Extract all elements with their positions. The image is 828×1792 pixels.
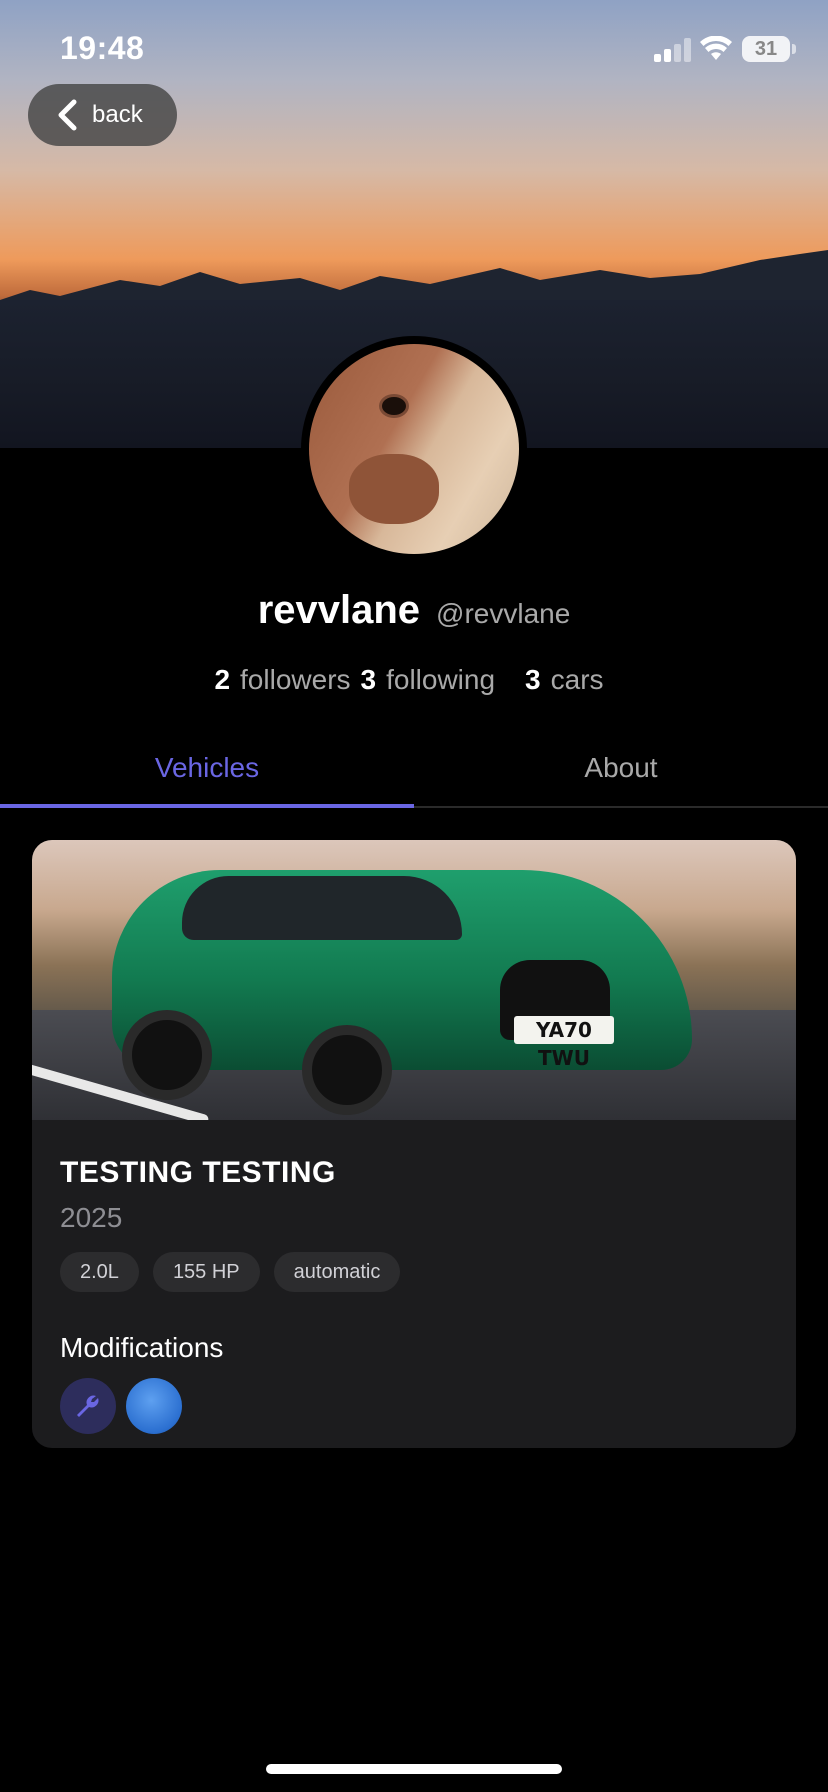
tab-about[interactable]: About (414, 730, 828, 806)
back-label: back (92, 101, 143, 128)
car-windows (182, 876, 462, 940)
username: revvlane (257, 588, 421, 632)
spec-chip-transmission: automatic (273, 1252, 401, 1292)
status-time: 19:48 (60, 30, 145, 66)
avatar-image (309, 344, 519, 554)
followers-count: 2 (214, 664, 231, 695)
cars-count: 3 (525, 664, 541, 695)
user-handle: @revvlane (436, 598, 571, 629)
vehicle-specs: 2.0L 155 HP automatic (60, 1252, 768, 1292)
following-label: following (386, 664, 496, 695)
modification-icon[interactable] (126, 1378, 182, 1434)
cars-label: cars (550, 664, 604, 695)
cars-stat[interactable]: 3 cars (525, 664, 603, 696)
vehicle-year: 2025 (60, 1202, 123, 1233)
profile-name-row: revvlane @revvlane (0, 588, 828, 633)
signal-icon (654, 38, 691, 62)
wifi-icon (700, 36, 732, 60)
chevron-left-icon (58, 99, 77, 131)
followers-stat[interactable]: 2 followers (214, 664, 350, 696)
avatar[interactable] (301, 336, 527, 562)
modifications-heading: Modifications (60, 1332, 224, 1363)
battery-tip (792, 44, 796, 54)
battery-icon: 31 (742, 36, 790, 62)
following-count: 3 (360, 664, 377, 695)
back-button[interactable]: back (28, 84, 177, 146)
car-wheel (122, 1010, 212, 1100)
license-plate: YA70 TWU (514, 1016, 614, 1070)
spec-chip-horsepower: 155 HP (152, 1252, 260, 1292)
vehicle-photo: YA70 TWU (32, 840, 796, 1120)
vehicle-info: TESTING TESTING 2025 2.0L 155 HP automat… (32, 1120, 796, 1434)
modifications-list (60, 1378, 768, 1434)
avatar-snout (349, 454, 439, 524)
home-indicator (266, 1764, 562, 1774)
tab-vehicles[interactable]: Vehicles (0, 730, 414, 808)
profile-tabs: Vehicles About (0, 730, 828, 808)
profile-stats: 2 followers 3 following 3 cars (0, 664, 828, 696)
vehicle-title: TESTING TESTING (60, 1156, 336, 1189)
avatar-eye (379, 394, 409, 418)
followers-label: followers (240, 664, 351, 695)
vehicle-card[interactable]: YA70 TWU TESTING TESTING 2025 2.0L 155 H… (32, 840, 796, 1448)
following-stat[interactable]: 3 following (361, 664, 496, 696)
car-wheel (302, 1025, 392, 1115)
spec-chip-engine: 2.0L (60, 1252, 139, 1292)
wrench-icon[interactable] (60, 1378, 116, 1434)
